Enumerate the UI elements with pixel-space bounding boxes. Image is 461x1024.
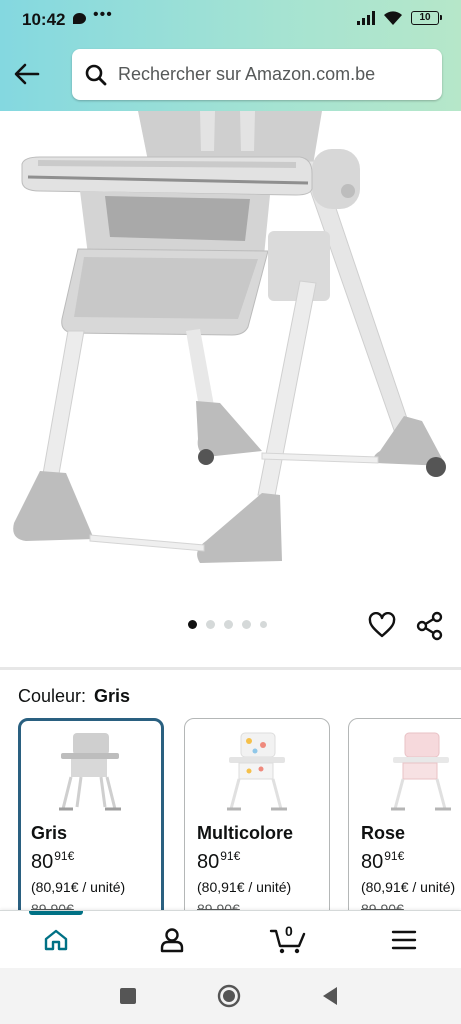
nav-home[interactable] bbox=[26, 911, 86, 969]
swatch-gris[interactable]: Gris 8091€ (80,91€ / unité) 89,90€ bbox=[18, 718, 164, 913]
back-system-button[interactable] bbox=[317, 983, 343, 1009]
header: 10:42 ••• 10 Rechercher sur Amazon.com.b… bbox=[0, 0, 461, 111]
share-button[interactable] bbox=[416, 611, 444, 641]
image-pager[interactable] bbox=[188, 620, 267, 629]
battery-level: 10 bbox=[419, 12, 431, 23]
price-currency: € bbox=[397, 849, 405, 863]
swatch-price: 8091€ bbox=[31, 849, 74, 874]
price-whole: 80 bbox=[31, 851, 54, 873]
menu-icon bbox=[391, 930, 417, 950]
price-fraction: 91 bbox=[220, 849, 234, 863]
pager-dot[interactable] bbox=[188, 620, 197, 629]
swatch-image bbox=[59, 733, 121, 811]
price-whole: 80 bbox=[361, 851, 384, 873]
high-chair-image bbox=[13, 111, 446, 563]
price-fraction: 91 bbox=[54, 849, 68, 863]
heart-icon bbox=[368, 611, 396, 638]
square-icon bbox=[120, 988, 136, 1004]
nav-account[interactable] bbox=[142, 911, 202, 969]
swatch-name: Multicolore bbox=[197, 823, 294, 843]
swatch-image bbox=[391, 732, 451, 811]
price-whole: 80 bbox=[197, 851, 220, 873]
price-fraction: 91 bbox=[384, 849, 398, 863]
amazon-product-page: 10:42 ••• 10 Rechercher sur Amazon.com.b… bbox=[0, 0, 461, 1024]
product-image[interactable] bbox=[0, 111, 461, 601]
swatch-unit-price: (80,91€ / unité) bbox=[197, 879, 292, 895]
search-icon bbox=[85, 64, 107, 85]
battery-icon: 10 bbox=[411, 11, 442, 25]
swatch-unit-price: (80,91€ / unité) bbox=[361, 879, 456, 895]
bottom-navigation: 0 bbox=[0, 910, 461, 968]
color-label-row: Couleur: Gris bbox=[18, 686, 130, 707]
arrow-left-icon bbox=[14, 63, 40, 85]
swatch-unit-price: (80,91€ / unité) bbox=[31, 879, 126, 895]
pager-dot[interactable] bbox=[206, 620, 215, 629]
status-time: 10:42 bbox=[22, 10, 66, 29]
color-label: Couleur: bbox=[18, 686, 87, 706]
swatch-multicolore[interactable]: Multicolore 8091€ (80,91€ / unité) 89,90… bbox=[184, 718, 330, 913]
wishlist-button[interactable] bbox=[368, 611, 396, 640]
signal-icon bbox=[357, 11, 375, 25]
more-notifications-icon: ••• bbox=[93, 6, 113, 23]
swatch-name: Rose bbox=[361, 823, 406, 843]
pager-dot[interactable] bbox=[260, 621, 267, 628]
section-divider bbox=[0, 667, 461, 670]
swatch-price: 8091€ bbox=[197, 849, 240, 874]
selected-color: Gris bbox=[94, 686, 131, 706]
status-indicators: 10 bbox=[357, 10, 442, 26]
price-currency: € bbox=[67, 849, 75, 863]
pager-dot[interactable] bbox=[242, 620, 251, 629]
message-icon bbox=[73, 13, 86, 24]
back-button[interactable] bbox=[12, 58, 42, 90]
swatch-price: 8091€ bbox=[361, 849, 404, 874]
price-currency: € bbox=[233, 849, 241, 863]
nav-menu[interactable] bbox=[374, 911, 434, 969]
system-navigation bbox=[0, 968, 461, 1024]
cart-count: 0 bbox=[285, 923, 293, 939]
nav-cart[interactable]: 0 bbox=[258, 911, 318, 969]
pager-dot[interactable] bbox=[224, 620, 233, 629]
triangle-back-icon bbox=[323, 987, 337, 1005]
swatch-name: Gris bbox=[31, 823, 68, 843]
account-icon bbox=[160, 928, 184, 953]
color-swatches: Gris 8091€ (80,91€ / unité) 89,90€ Multi… bbox=[18, 718, 461, 913]
share-icon bbox=[416, 611, 443, 641]
swatch-image bbox=[227, 732, 287, 811]
search-placeholder: Rechercher sur Amazon.com.be bbox=[118, 64, 376, 84]
recents-button[interactable] bbox=[115, 983, 141, 1009]
search-input[interactable]: Rechercher sur Amazon.com.be bbox=[72, 49, 442, 100]
swatch-rose[interactable]: Rose 8091€ (80,91€ / unité) 89,90€ bbox=[348, 718, 461, 913]
home-system-button[interactable] bbox=[216, 983, 242, 1009]
circle-icon bbox=[217, 984, 241, 1008]
home-icon bbox=[44, 929, 68, 951]
status-bar: 10:42 ••• 10 bbox=[0, 0, 461, 38]
wifi-icon bbox=[384, 11, 402, 25]
